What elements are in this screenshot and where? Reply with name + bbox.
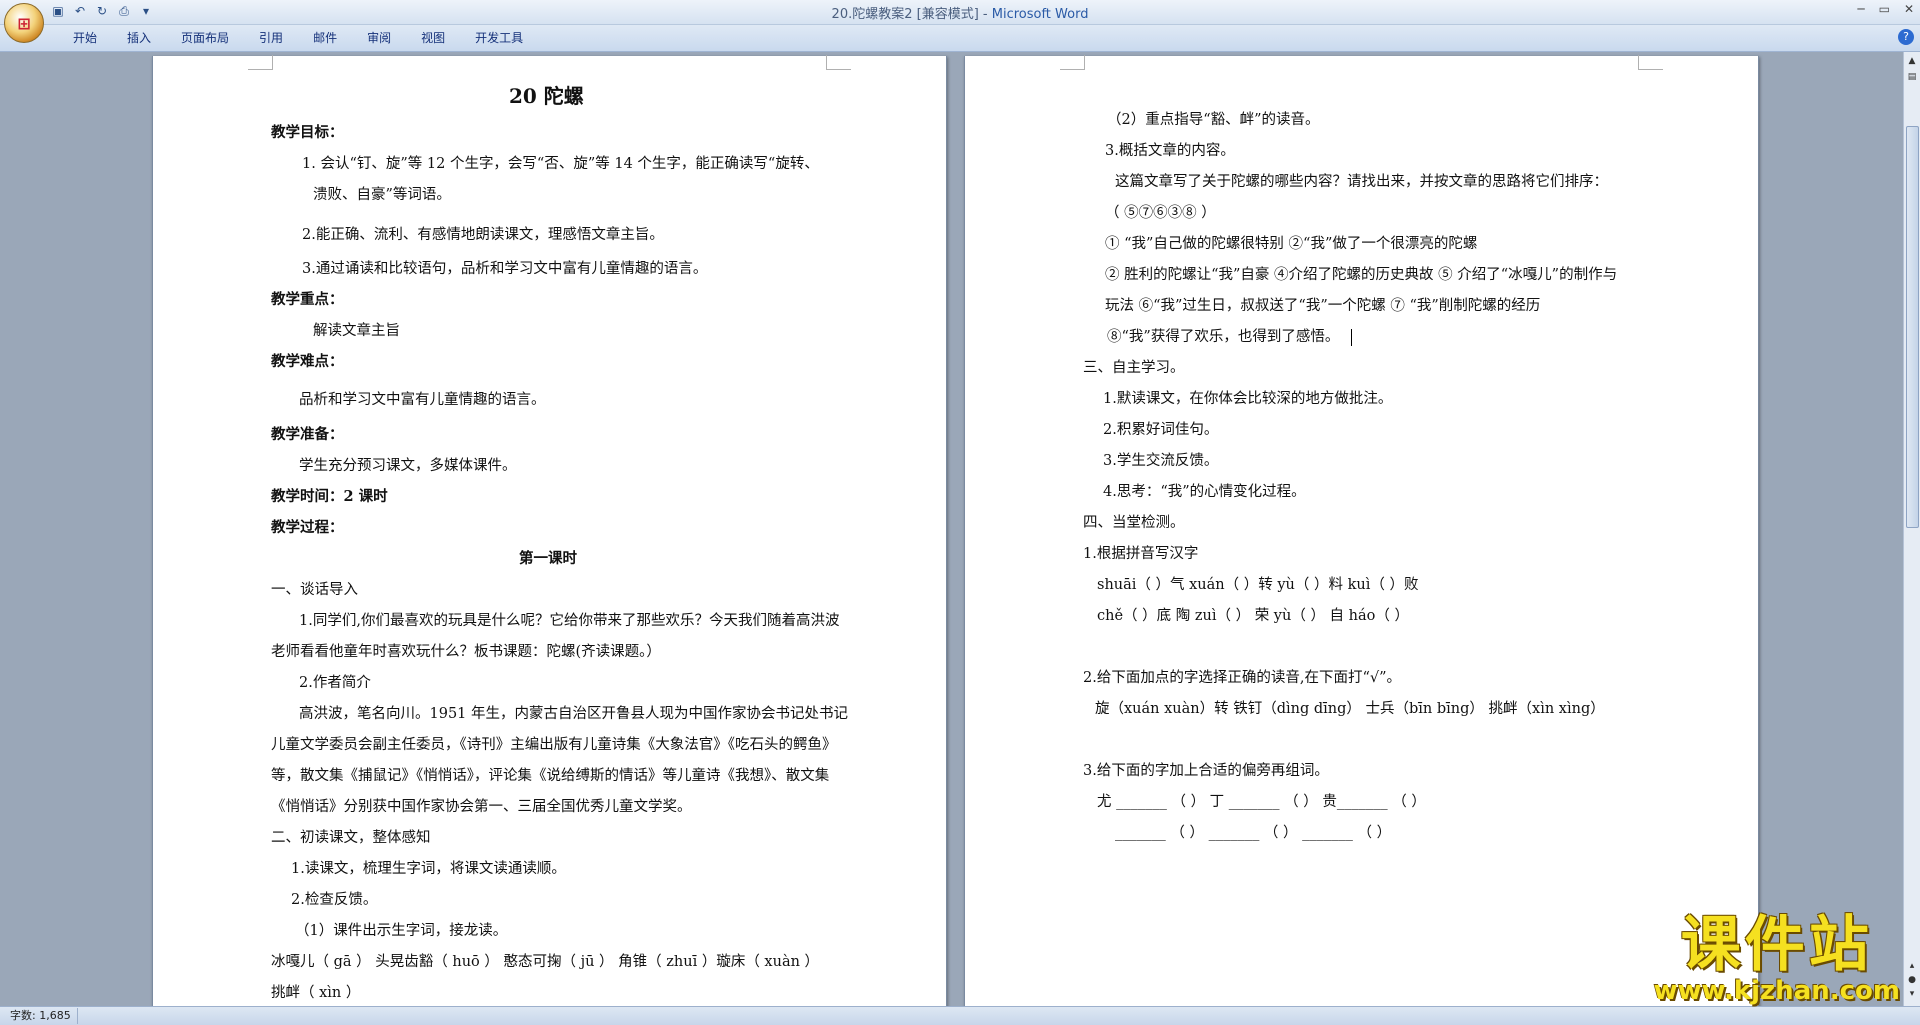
select-browse-object-icon[interactable]: ● xyxy=(1905,973,1919,987)
text-line: 一、谈话导入 xyxy=(271,582,358,598)
maximize-icon[interactable]: ▭ xyxy=(1879,2,1890,16)
crop-mark xyxy=(826,55,851,70)
heading-line: 教学准备： xyxy=(271,426,344,443)
watermark-url: www.kjzhan.com xyxy=(1653,976,1900,1006)
window-title: 20.陀螺教案2 [兼容模式] - Microsoft Word xyxy=(0,3,1920,22)
text-line: _______ （ ） _______ （ ） _______ （ ） xyxy=(1115,825,1392,841)
heading-line: 教学过程： xyxy=(271,519,344,536)
text-cursor xyxy=(1351,329,1352,346)
ruler-toggle-icon[interactable]: ▤ xyxy=(1905,70,1919,84)
document-title: 20.陀螺教案2 [兼容模式] - xyxy=(831,7,992,22)
help-icon[interactable]: ? xyxy=(1898,29,1914,45)
window-controls: ─ ▭ ✕ xyxy=(1857,2,1914,16)
text-line: 2.能正确、流利、有感情地朗读课文，理感悟文章主旨。 xyxy=(302,227,664,243)
text-line: 3.学生交流反馈。 xyxy=(1103,453,1219,469)
tab-references[interactable]: 引用 xyxy=(244,30,298,46)
text-line: 儿童文学委员会副主任委员，《诗刊》主编出版有儿童诗集《大象法官》《吃石头的鳄鱼》 xyxy=(271,737,837,753)
watermark-text: 课件站 xyxy=(1680,910,1873,980)
text-line: 尤 _______ （ ） 丁 _______ （ ） 贵_______ （ ） xyxy=(1097,794,1426,810)
text-line: ① “我”自己做的陀螺很特别 ②“我”做了一个很漂亮的陀螺 xyxy=(1105,236,1478,252)
text-line: ⑧“我”获得了欢乐，也得到了感悟。 xyxy=(1107,329,1340,345)
ribbon-tabs: 开始 插入 页面布局 引用 邮件 审阅 视图 开发工具 ? xyxy=(0,25,1920,52)
text-line: 四、当堂检测。 xyxy=(1083,515,1185,531)
next-page-icon[interactable]: ▾ xyxy=(1905,987,1919,1001)
text-line: 学生充分预习课文，多媒体课件。 xyxy=(299,458,517,474)
text-line: 老师看看他童年时喜欢玩什么？板书课题：陀螺(齐读课题。） xyxy=(271,644,661,660)
vertical-scrollbar[interactable]: ▲ ▤ ▴ ● ▾ xyxy=(1903,52,1920,1007)
tab-mailings[interactable]: 邮件 xyxy=(298,30,352,46)
office-button[interactable]: ⊞ xyxy=(4,3,44,43)
title-bar: ⊞ ▣ ↶ ↻ ⎙ ▾ 20.陀螺教案2 [兼容模式] - Microsoft … xyxy=(0,0,1920,43)
page-left[interactable]: 20 陀螺 教学目标： 1. 会认“钉、旋”等 12 个生字，会写“否、旋”等 … xyxy=(152,55,947,1007)
text-line: 等，散文集《捕鼠记》《悄悄话》，评论集《说给缚斯的情话》等儿童诗《我想》、散文集 xyxy=(271,768,830,784)
text-line: 3.概括文章的内容。 xyxy=(1105,143,1235,159)
scrollbar-thumb[interactable] xyxy=(1906,126,1919,528)
text-line: 3.通过诵读和比较语句，品析和学习文中富有儿童情趣的语言。 xyxy=(302,261,708,277)
text-line: 三、自主学习。 xyxy=(1083,360,1185,376)
crop-mark xyxy=(248,55,273,70)
text-line: shuāi（ ）气 xuán（ ）转 yù（ ）料 kuì（ ）败 xyxy=(1097,577,1419,593)
text-line: （2）重点指导“豁、衅”的读音。 xyxy=(1107,112,1320,128)
tab-home[interactable]: 开始 xyxy=(58,30,112,46)
text-line: 高洪波，笔名向川。1951 年生，内蒙古自治区开鲁县人现为中国作家协会书记处书记 xyxy=(299,706,849,722)
text-line: 解读文章主旨 xyxy=(313,323,400,339)
status-bar: 字数: 1,685 xyxy=(0,1006,1920,1025)
page-right[interactable]: （2）重点指导“豁、衅”的读音。 3.概括文章的内容。 这篇文章写了关于陀螺的哪… xyxy=(964,55,1759,1007)
text-line: 旋（xuán xuàn）转 铁钉（dìng dīng） 士兵（bīn bīng）… xyxy=(1095,701,1605,717)
tab-review[interactable]: 审阅 xyxy=(352,30,406,46)
text-line: 溃败、自豪”等词语。 xyxy=(313,187,451,203)
text-line: chě（ ）底 陶 zuì（ ） 荣 yù（ ） 自 háo（ ） xyxy=(1097,608,1409,624)
heading-line: 教学目标： xyxy=(271,124,344,141)
text-line: 这篇文章写了关于陀螺的哪些内容？请找出来，并按文章的思路将它们排序： xyxy=(1115,174,1608,190)
office-logo-icon: ⊞ xyxy=(17,13,31,33)
crop-mark xyxy=(1060,55,1085,70)
text-line: 1.读课文，梳理生字词，将课文读通读顺。 xyxy=(291,861,566,877)
text-line: 1. 会认“钉、旋”等 12 个生字，会写“否、旋”等 14 个生字，能正确读写… xyxy=(302,156,819,172)
tab-page-layout[interactable]: 页面布局 xyxy=(166,30,244,46)
minimize-icon[interactable]: ─ xyxy=(1857,2,1864,16)
text-line: 2.检查反馈。 xyxy=(291,892,378,908)
text-line: 《悄悄话》分别获中国作家协会第一、三届全国优秀儿童文学奖。 xyxy=(271,799,692,815)
heading-line: 教学重点： xyxy=(271,291,344,308)
text-line: ② 胜利的陀螺让“我”自豪 ④介绍了陀螺的历史典故 ⑤ 介绍了“冰嘎儿”的制作与 xyxy=(1105,267,1618,283)
text-line: 冰嘎儿（ gā ） 头晃齿豁（ huō ） 憨态可掬（ jū ） 角锥（ zhu… xyxy=(271,954,820,970)
heading-line: 教学难点： xyxy=(271,353,344,370)
text-line: 挑衅（ xìn ） xyxy=(271,985,361,1001)
document-canvas: 20 陀螺 教学目标： 1. 会认“钉、旋”等 12 个生字，会写“否、旋”等 … xyxy=(0,52,1904,1007)
tab-view[interactable]: 视图 xyxy=(406,30,460,46)
text-line: 1.默读课文，在你体会比较深的地方做批注。 xyxy=(1103,391,1393,407)
crop-mark xyxy=(1638,55,1663,70)
text-line: 4.思考：“我”的心情变化过程。 xyxy=(1103,484,1306,500)
close-icon[interactable]: ✕ xyxy=(1904,2,1914,16)
text-line: 品析和学习文中富有儿童情趣的语言。 xyxy=(299,392,546,408)
section-heading: 第一课时 xyxy=(519,550,577,567)
text-line: 二、初读课文，整体感知 xyxy=(271,830,431,846)
scroll-up-icon[interactable]: ▲ xyxy=(1905,54,1919,68)
text-line: （ ⑤⑦⑥③⑧ ） xyxy=(1105,205,1216,221)
text-line: 1.同学们,你们最喜欢的玩具是什么呢？它给你带来了那些欢乐？今天我们随着高洪波 xyxy=(299,613,840,629)
text-line: （1）课件出示生字词，接龙读。 xyxy=(295,923,508,939)
app-name: Microsoft Word xyxy=(991,7,1089,22)
tab-insert[interactable]: 插入 xyxy=(112,30,166,46)
tab-developer[interactable]: 开发工具 xyxy=(460,30,538,46)
text-line: 2.作者简介 xyxy=(299,675,371,691)
text-line: 玩法 ⑥“我”过生日，叔叔送了“我”一个陀螺 ⑦ “我”削制陀螺的经历 xyxy=(1105,298,1541,314)
text-line: 2.给下面加点的字选择正确的读音,在下面打“√”。 xyxy=(1083,670,1402,686)
word-count[interactable]: 字数: 1,685 xyxy=(4,1008,78,1024)
text-line: 3.给下面的字加上合适的偏旁再组词。 xyxy=(1083,763,1329,779)
heading-line: 教学时间：2 课时 xyxy=(271,488,388,505)
watermark-logo: 课件站 www.kjzhan.com xyxy=(1654,913,1900,1005)
text-line: 1.根据拼音写汉字 xyxy=(1083,546,1199,562)
prev-page-icon[interactable]: ▴ xyxy=(1905,959,1919,973)
document-title-heading: 20 陀螺 xyxy=(509,84,584,108)
text-line: 2.积累好词佳句。 xyxy=(1103,422,1219,438)
